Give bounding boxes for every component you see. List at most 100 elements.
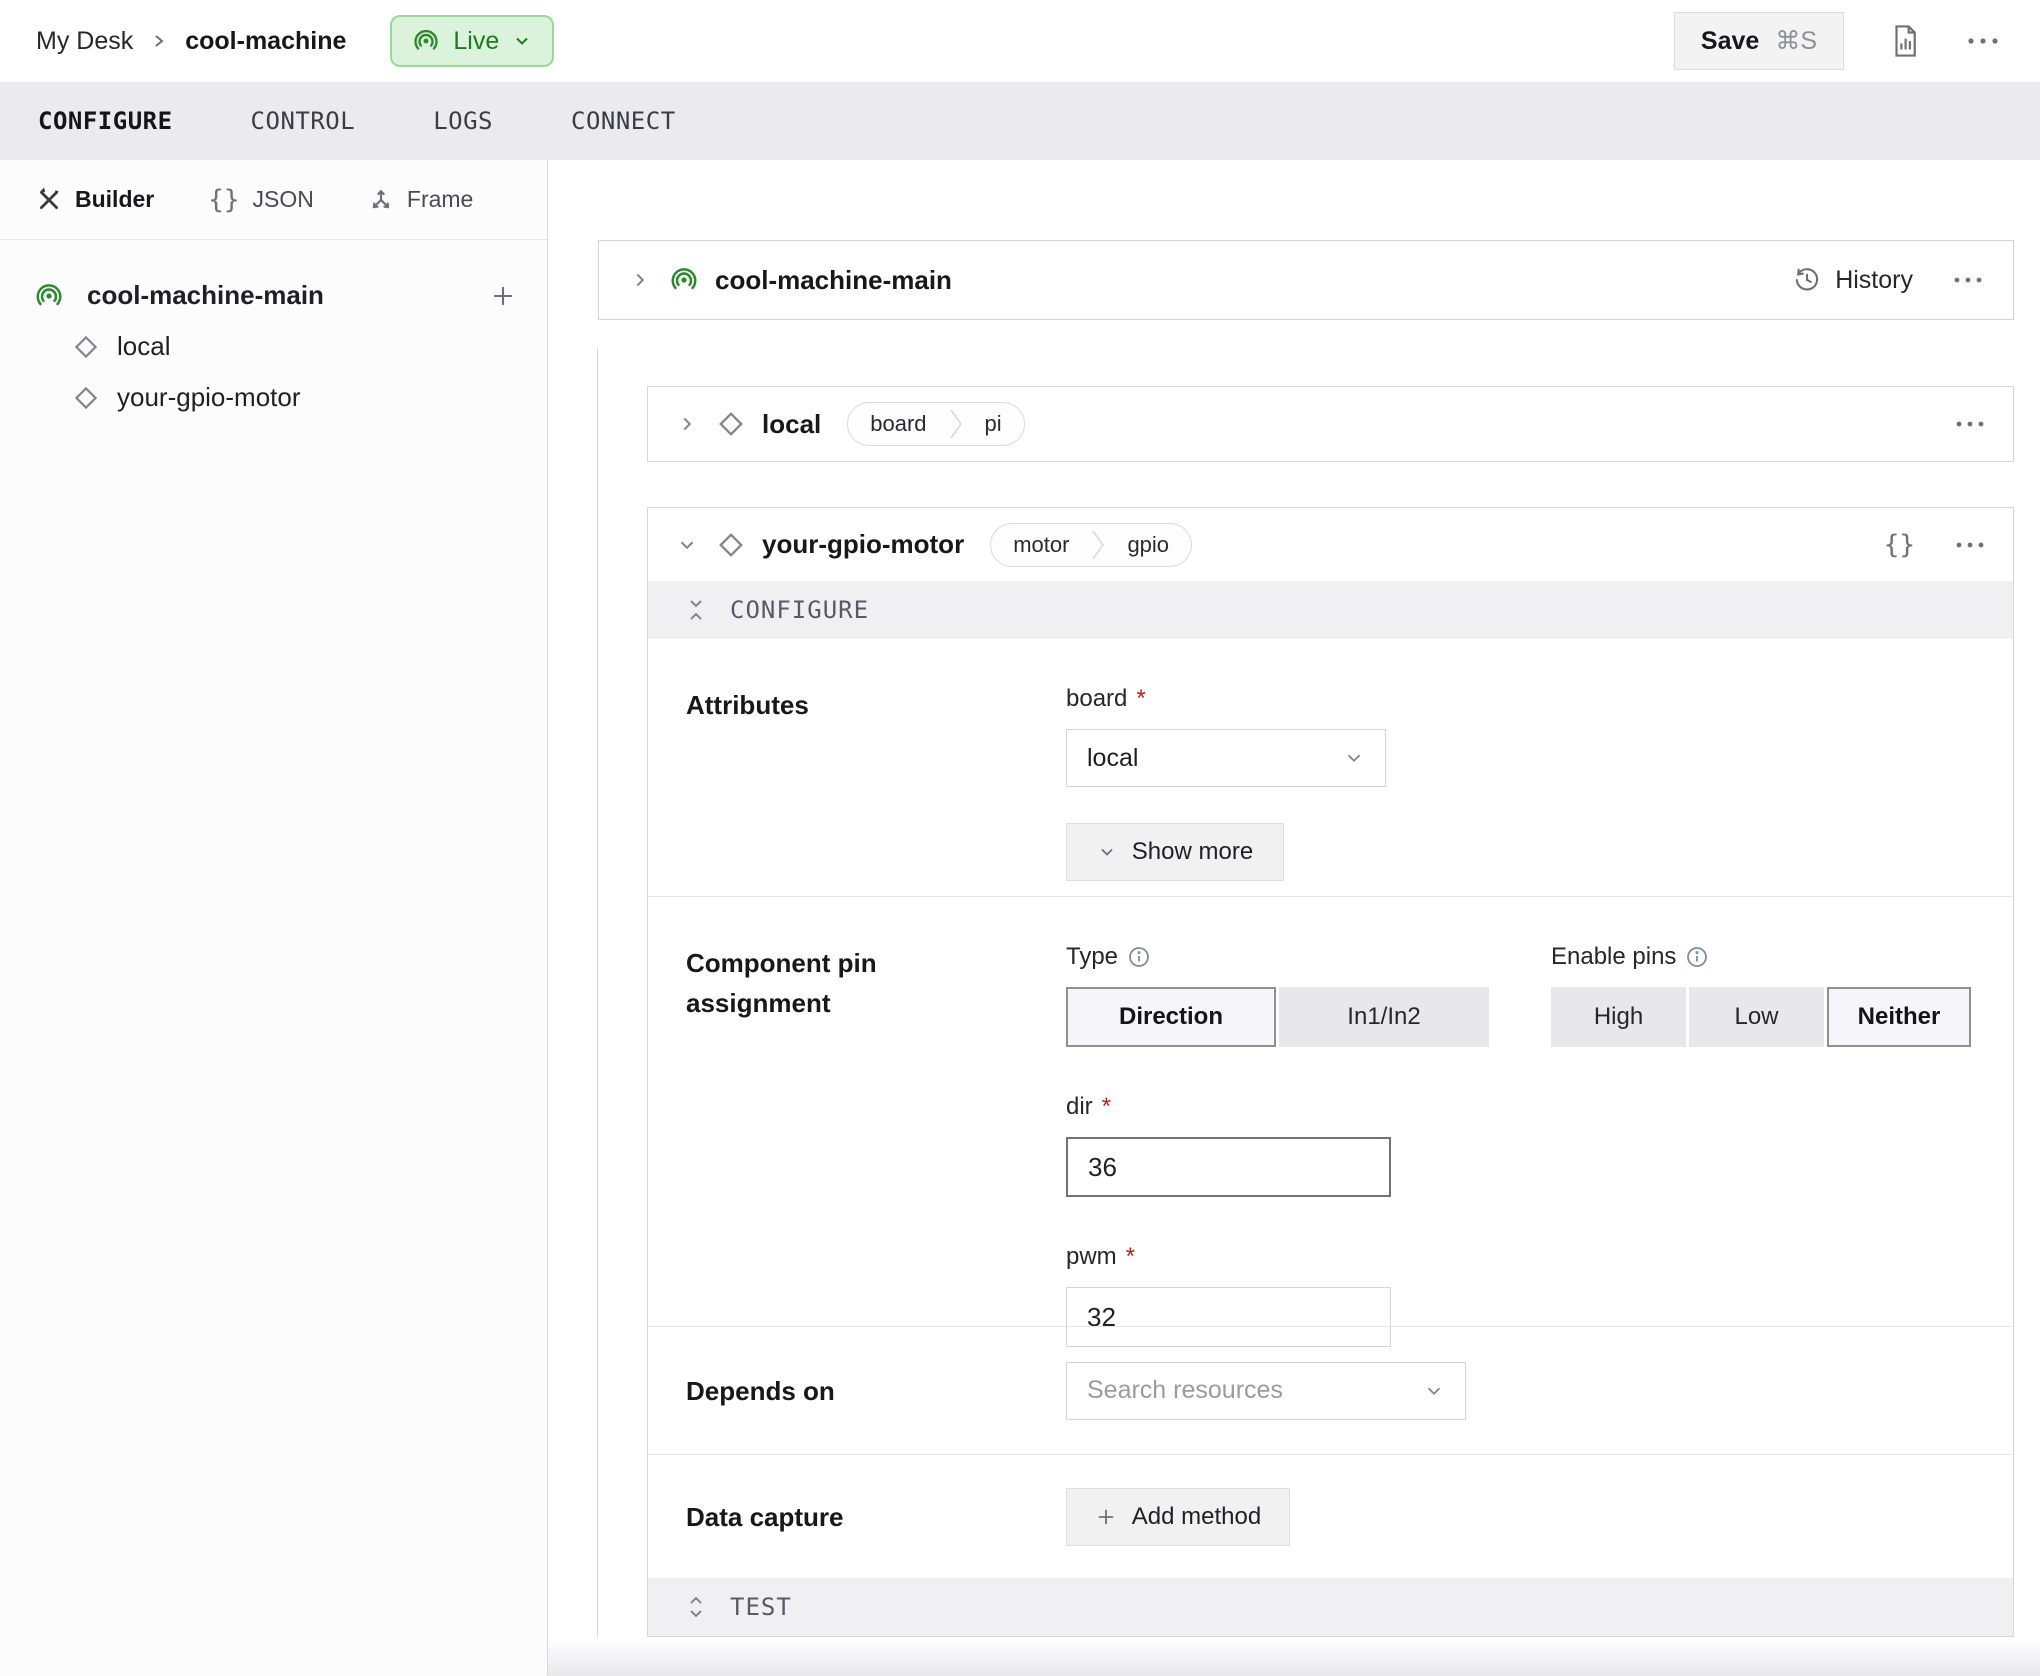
view-tab-frame-label: Frame: [407, 186, 473, 213]
live-status-dropdown[interactable]: Live: [390, 15, 554, 67]
tools-icon: [36, 187, 62, 213]
broadcast-icon: [34, 281, 64, 311]
history-button[interactable]: History: [1793, 266, 1913, 295]
chevron-down-icon: [512, 31, 532, 51]
enable-pins-label-text: Enable pins: [1551, 943, 1676, 971]
motor-card-header: your-gpio-motor motor gpio {}: [648, 508, 2013, 581]
broadcast-icon: [669, 265, 699, 295]
breadcrumb-root[interactable]: My Desk: [36, 27, 133, 56]
depends-on-select[interactable]: Search resources: [1066, 1362, 1466, 1420]
type-segmented-control: Direction In1/In2: [1066, 987, 1489, 1047]
view-tab-frame[interactable]: Frame: [368, 186, 473, 213]
component-diamond-icon: [716, 530, 746, 560]
expand-chevron-icon[interactable]: [629, 269, 651, 291]
expand-chevron-icon[interactable]: [676, 413, 698, 435]
machine-part-title: cool-machine-main: [715, 265, 952, 296]
board-select[interactable]: local: [1066, 729, 1386, 787]
type-option-in1in2[interactable]: In1/In2: [1279, 987, 1489, 1047]
required-marker: *: [1136, 685, 1145, 713]
page-bottom-fade: [548, 1638, 2040, 1676]
tree-child-label: your-gpio-motor: [117, 382, 301, 413]
machine-report-icon[interactable]: [1890, 24, 1920, 58]
dir-pin-input[interactable]: [1066, 1137, 1391, 1197]
config-content: cool-machine-main History local boa: [548, 160, 2040, 1676]
tree-item-main-part[interactable]: cool-machine-main: [34, 280, 517, 311]
chevron-down-icon: [1423, 1380, 1445, 1402]
breadcrumb-chevron-icon: [151, 29, 167, 53]
add-method-label: Add method: [1132, 1503, 1261, 1531]
pwm-label-text: pwm: [1066, 1243, 1117, 1271]
save-label: Save: [1701, 27, 1759, 56]
expand-section-icon: [686, 1594, 706, 1620]
info-icon[interactable]: [1685, 945, 1709, 969]
component-diamond-icon: [716, 409, 746, 439]
tree-item-local[interactable]: local: [72, 331, 517, 362]
collapse-section-icon: [686, 597, 706, 623]
add-method-button[interactable]: Add method: [1066, 1488, 1290, 1546]
type-option-direction[interactable]: Direction: [1066, 987, 1276, 1047]
attributes-row: Attributes board * local Show more: [648, 639, 2013, 896]
top-header: My Desk cool-machine Live Save ⌘S: [0, 0, 2040, 82]
data-capture-label: Data capture: [686, 1497, 1066, 1537]
depends-on-placeholder: Search resources: [1087, 1376, 1283, 1405]
type-group: Type Direction In1/In2: [1066, 943, 1489, 1047]
board-field-label: board *: [1066, 685, 1975, 713]
configure-section-label: CONFIGURE: [730, 596, 869, 624]
add-component-icon[interactable]: [489, 282, 517, 310]
save-button[interactable]: Save ⌘S: [1674, 12, 1844, 70]
attributes-label: Attributes: [686, 685, 1066, 881]
enable-option-neither[interactable]: Neither: [1827, 987, 1971, 1047]
enable-pins-field-label: Enable pins: [1551, 943, 1971, 971]
data-capture-row: Data capture Add method: [648, 1455, 2013, 1578]
badge-type: motor: [991, 532, 1091, 558]
enable-pins-group: Enable pins High Low Neither: [1551, 943, 1971, 1047]
required-marker: *: [1126, 1243, 1135, 1271]
enable-option-low[interactable]: Low: [1689, 987, 1824, 1047]
view-tab-builder[interactable]: Builder: [36, 186, 154, 213]
history-label: History: [1835, 266, 1913, 295]
pwm-field-label: pwm *: [1066, 1243, 1975, 1271]
machine-part-card: cool-machine-main History: [598, 240, 2014, 320]
more-menu-icon[interactable]: [1955, 420, 1985, 428]
more-menu-icon[interactable]: [1966, 36, 2000, 46]
dir-field-label: dir *: [1066, 1093, 1975, 1121]
board-label-text: board: [1066, 685, 1127, 713]
live-label: Live: [453, 27, 499, 56]
badge-type: board: [848, 411, 948, 437]
badge-divider-icon: [949, 402, 963, 446]
enable-option-high[interactable]: High: [1551, 987, 1686, 1047]
configure-section-bar[interactable]: CONFIGURE: [648, 581, 2013, 639]
sidebar: Builder {} JSON Frame: [0, 160, 548, 1676]
type-label-text: Type: [1066, 943, 1118, 971]
view-tab-json[interactable]: {} JSON: [208, 185, 314, 215]
tree-child-label: local: [117, 331, 170, 362]
pin-assignment-label: Component pin assignment: [686, 943, 896, 1347]
test-section-bar[interactable]: TEST: [648, 1578, 2013, 1636]
collapse-chevron-icon[interactable]: [676, 534, 698, 556]
badge-model: gpio: [1105, 532, 1191, 558]
local-card-title: local: [762, 409, 821, 440]
show-more-button[interactable]: Show more: [1066, 823, 1284, 881]
hierarchy-connector-line: [597, 347, 598, 1639]
more-menu-icon[interactable]: [1953, 276, 1983, 284]
pin-assignment-row: Component pin assignment Type: [648, 897, 2013, 1326]
tab-connect[interactable]: CONNECT: [571, 107, 676, 135]
tab-logs[interactable]: LOGS: [433, 107, 493, 135]
more-menu-icon[interactable]: [1955, 541, 1985, 549]
tab-control[interactable]: CONTROL: [251, 107, 356, 135]
component-type-badge: board pi: [847, 402, 1024, 446]
tree-item-your-gpio-motor[interactable]: your-gpio-motor: [72, 382, 517, 413]
badge-divider-icon: [1091, 523, 1105, 567]
tab-configure[interactable]: CONFIGURE: [38, 107, 173, 135]
tree-root-label: cool-machine-main: [87, 280, 324, 311]
component-diamond-icon: [72, 333, 100, 361]
info-icon[interactable]: [1127, 945, 1151, 969]
save-shortcut: ⌘S: [1775, 26, 1817, 56]
depends-on-row: Depends on Search resources: [648, 1327, 2013, 1454]
json-mode-icon[interactable]: {}: [1884, 530, 1915, 560]
breadcrumb: My Desk cool-machine: [36, 27, 346, 56]
show-more-label: Show more: [1132, 838, 1253, 866]
test-section-label: TEST: [730, 1593, 792, 1621]
view-mode-tabs: Builder {} JSON Frame: [0, 160, 547, 240]
motor-card-title: your-gpio-motor: [762, 529, 964, 560]
